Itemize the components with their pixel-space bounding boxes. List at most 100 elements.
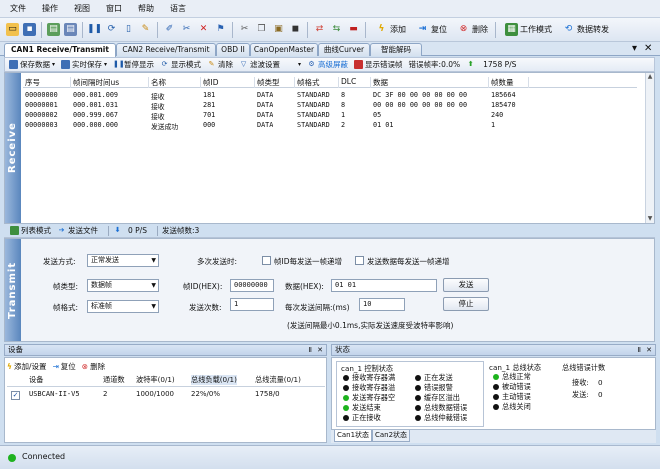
stop-record-icon[interactable]: ◼: [289, 23, 302, 36]
close-icon[interactable]: ✕: [646, 345, 652, 355]
data-increment-checkbox[interactable]: [355, 256, 364, 265]
table-row[interactable]: 00000002 000.999.067 接收 701 DATA STANDAR…: [23, 111, 637, 121]
cell-frame-count: 240: [491, 111, 504, 119]
send-mode-select[interactable]: 正常发送 ▼: [87, 254, 159, 267]
reset-button[interactable]: ⇥ 复位: [414, 23, 447, 36]
tab-can1[interactable]: CAN1 Receive/Transmit: [4, 43, 116, 57]
table-row[interactable]: ✓ USBCAN-II-V5 2 1000/1000 22%/0% 1758/0: [7, 390, 325, 401]
close-icon[interactable]: ✕: [317, 345, 323, 355]
data-hex-input[interactable]: 01 01: [331, 279, 437, 292]
status-dot-icon: [493, 374, 499, 380]
col-baud[interactable]: 波特率(0/1): [136, 375, 175, 385]
status-indicator: 正在发送: [415, 373, 453, 383]
frame-format-label: 帧格式:: [53, 303, 79, 312]
tab-obd2[interactable]: OBD II: [216, 43, 250, 56]
col-bus-load[interactable]: 总线负载(0/1): [191, 375, 237, 385]
add-button[interactable]: ϟ 添加: [373, 23, 406, 36]
menu-operation[interactable]: 操作: [42, 3, 58, 14]
pin-icon[interactable]: Ⅱ: [638, 345, 641, 355]
interval-input[interactable]: 10: [359, 298, 405, 311]
col-frame-id[interactable]: 帧ID: [201, 77, 255, 88]
data-forward-button[interactable]: ⟲ 数据转发: [560, 23, 609, 36]
frame-format-select[interactable]: 标准帧 ▼: [87, 300, 159, 313]
col-frame-type[interactable]: 帧类型: [255, 77, 295, 88]
col-bus-traffic[interactable]: 总线流量(0/1): [255, 375, 301, 385]
menu-view[interactable]: 视图: [74, 3, 90, 14]
work-mode-button[interactable]: ▦ 工作模式: [503, 23, 552, 36]
filter-settings-button[interactable]: ▽ 滤波设置 ▾: [239, 59, 301, 70]
col-data[interactable]: 数据: [371, 77, 489, 88]
frame-id-input[interactable]: 00000000: [230, 279, 274, 292]
save-icon[interactable]: ▪: [23, 23, 36, 36]
close-tab-icon[interactable]: ✕: [644, 43, 652, 55]
device-close-icon[interactable]: ▤: [64, 23, 77, 36]
col-name[interactable]: 名称: [149, 77, 201, 88]
send-file-button[interactable]: ➔ 发送文件: [57, 225, 98, 236]
clear-button[interactable]: ✎ 清除: [207, 59, 233, 70]
scroll-down-icon[interactable]: ▼: [646, 215, 654, 223]
refresh-icon[interactable]: ⟳: [105, 23, 118, 36]
tab-can1-status[interactable]: Can1状态: [334, 430, 372, 442]
tab-smart-decode[interactable]: 智能解码: [370, 43, 422, 56]
open-folder-icon[interactable]: ▭: [6, 23, 19, 36]
delete-icon: ⊗: [81, 361, 89, 371]
tab-canopen-master[interactable]: CanOpenMaster: [250, 43, 318, 56]
frame-type-select[interactable]: 数据帧 ▼: [87, 279, 159, 292]
scroll-up-icon[interactable]: ▲: [646, 73, 654, 81]
col-interval[interactable]: 帧间隔时间us: [71, 77, 149, 88]
col-dlc[interactable]: DLC: [339, 77, 371, 88]
multi-send-label: 多次发送时:: [197, 257, 238, 266]
menu-file[interactable]: 文件: [10, 3, 26, 14]
delete-x-icon[interactable]: ✕: [197, 23, 210, 36]
device-open-icon[interactable]: ▤: [47, 23, 60, 36]
send-count-input[interactable]: 1: [230, 298, 274, 311]
list-mode-button[interactable]: 列表模式: [10, 225, 51, 236]
cut-icon[interactable]: ✂: [238, 23, 251, 36]
table-row[interactable]: 00000001 000.001.031 接收 281 DATA STANDAR…: [23, 101, 637, 111]
pause-icon[interactable]: ❚❚: [87, 23, 102, 36]
pin-icon[interactable]: Ⅱ: [309, 345, 312, 355]
brush-icon[interactable]: ✎: [139, 23, 152, 36]
paste-icon[interactable]: ▣: [272, 23, 285, 36]
pause-display-button[interactable]: ❚❚ 暂停显示: [113, 59, 154, 70]
add-lightning-icon: ϟ: [7, 361, 12, 371]
col-device[interactable]: 设备: [29, 375, 43, 385]
realtime-save-button[interactable]: 实时保存 ▾: [61, 59, 107, 70]
stop-button[interactable]: 停止: [443, 297, 489, 311]
col-frame-count[interactable]: 帧数量: [489, 77, 529, 88]
filter-icon[interactable]: ⚑: [214, 23, 227, 36]
advanced-mask-button[interactable]: ⚙ 高级屏蔽: [307, 59, 348, 70]
delete-button[interactable]: ⊗ 删除: [455, 23, 488, 36]
show-error-frames-toggle[interactable]: 显示错误帧: [354, 59, 403, 70]
menu-window[interactable]: 窗口: [106, 3, 122, 14]
receive-vertical-scrollbar[interactable]: ▲ ▼: [645, 73, 654, 223]
display-mode-button[interactable]: ⟳ 显示模式: [160, 59, 201, 70]
doc-icon[interactable]: ▯: [122, 23, 135, 36]
tab-can2[interactable]: CAN2 Receive/Transmit: [116, 43, 216, 56]
tab-curve[interactable]: 曲线Curver: [318, 43, 370, 56]
copy-icon[interactable]: ❐: [255, 23, 268, 36]
table-row[interactable]: 00000003 000.000.000 发送成功 000 DATA STAND…: [23, 121, 637, 131]
col-frame-format[interactable]: 帧格式: [295, 77, 339, 88]
device-checkbox[interactable]: ✓: [11, 391, 20, 400]
save-data-button[interactable]: 保存数据 ▾: [9, 59, 55, 70]
minus-icon[interactable]: ▬: [347, 23, 360, 36]
col-channels[interactable]: 通道数: [103, 375, 125, 385]
id-increment-checkbox[interactable]: [262, 256, 271, 265]
menu-help[interactable]: 帮助: [138, 3, 154, 14]
transfer-icon[interactable]: ⇄: [313, 23, 326, 36]
col-index[interactable]: 序号: [23, 77, 71, 88]
tab-can2-status[interactable]: Can2状态: [372, 430, 410, 442]
device-delete-button[interactable]: ⊗ 删除: [82, 361, 105, 372]
device-reset-button[interactable]: ⇥ 复位: [52, 361, 75, 372]
menu-bar: 文件 操作 视图 窗口 帮助 语言: [0, 0, 660, 18]
tools-icon[interactable]: ✂: [180, 23, 193, 36]
send-button[interactable]: 发送: [443, 278, 489, 292]
table-row[interactable]: 00000000 000.001.009 接收 181 DATA STANDAR…: [23, 91, 637, 101]
edit-icon[interactable]: ✐: [163, 23, 176, 36]
cell-frame-format: STANDARD: [297, 101, 330, 109]
tab-list-dropdown-icon[interactable]: ▾: [632, 43, 637, 55]
menu-language[interactable]: 语言: [170, 3, 186, 14]
link-icon[interactable]: ⇆: [330, 23, 343, 36]
device-add-button[interactable]: ϟ 添加/设置: [7, 361, 46, 372]
